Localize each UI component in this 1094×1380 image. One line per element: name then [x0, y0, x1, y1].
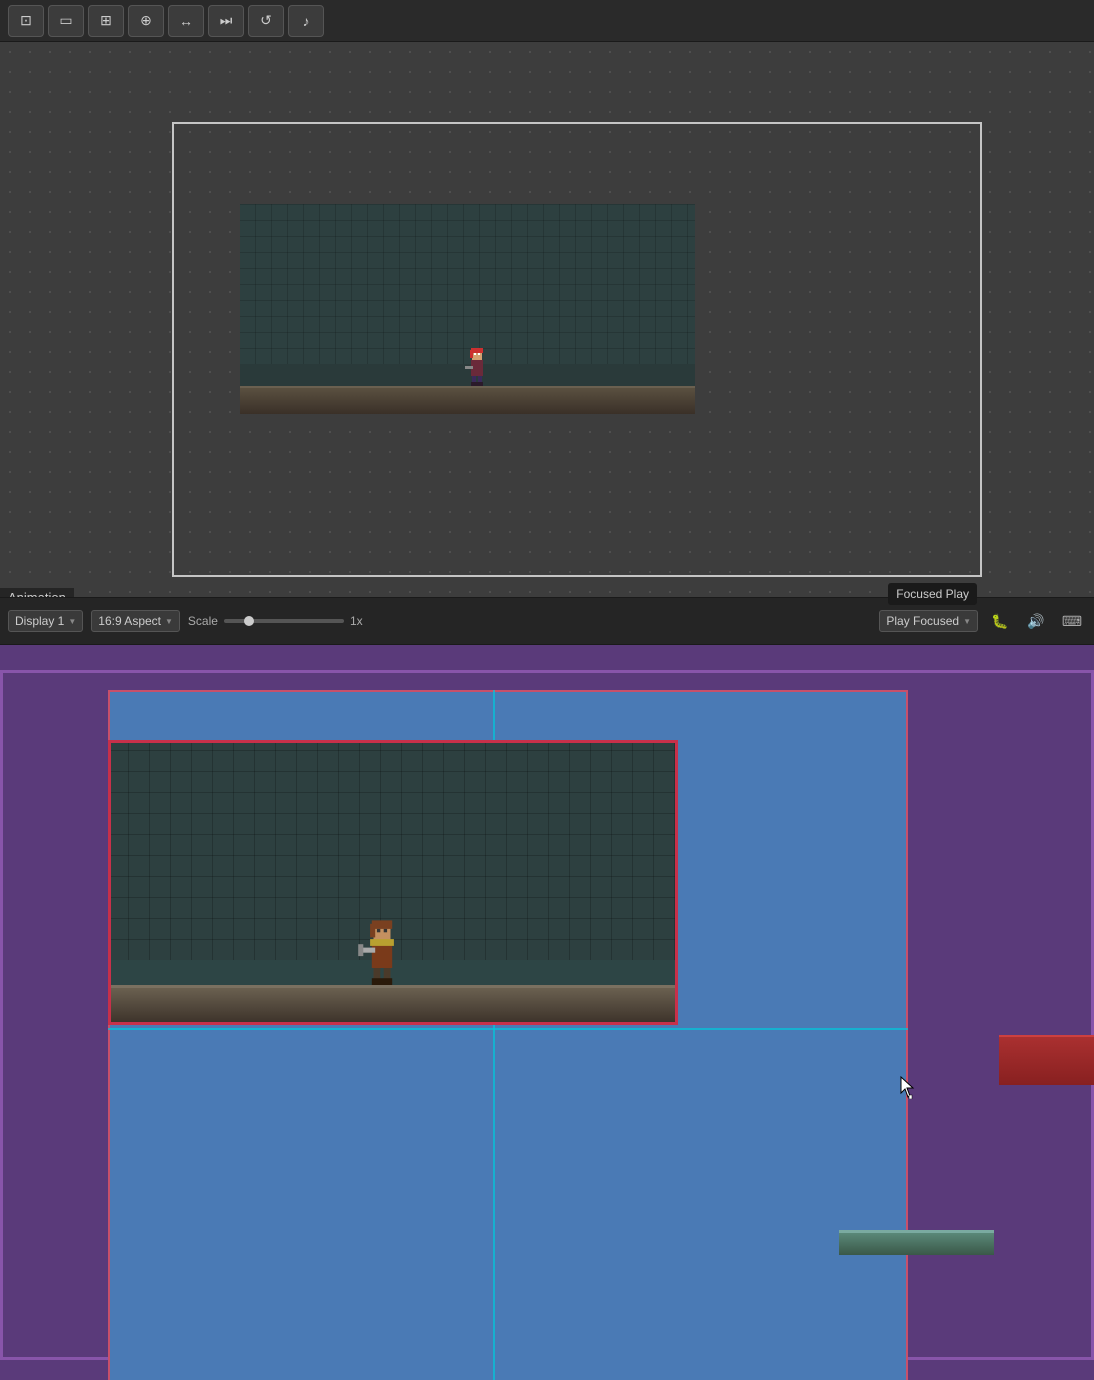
- audio-btn[interactable]: ♪: [288, 5, 324, 37]
- scale-container: Scale 1x: [188, 614, 363, 628]
- play-mode-dropdown[interactable]: Play Focused ▼ Focused Play: [879, 610, 978, 632]
- game-toolbar: Display 1 ▼ 16:9 Aspect ▼ Scale 1x Play …: [0, 597, 1094, 645]
- aspect-arrow: ▼: [165, 617, 173, 626]
- game-view: [0, 645, 1094, 1380]
- scale-slider[interactable]: [224, 619, 344, 623]
- move-btn[interactable]: ↔: [168, 5, 204, 37]
- display-dropdown[interactable]: Display 1 ▼: [8, 610, 83, 632]
- scale-handle[interactable]: [244, 616, 254, 626]
- scene-view: [0, 42, 1094, 597]
- character-scene: [463, 346, 491, 386]
- display-arrow: ▼: [68, 617, 76, 626]
- step-btn[interactable]: ⏭: [208, 5, 244, 37]
- keyboard-icon-btn[interactable]: ⌨: [1058, 607, 1086, 635]
- aspect-dropdown[interactable]: 16:9 Aspect ▼: [91, 610, 180, 632]
- scene-game-area: [240, 204, 695, 414]
- platform-game: [839, 1230, 994, 1255]
- game-content-border: [108, 740, 678, 1025]
- platform-game-red: [999, 1035, 1094, 1085]
- rect-btn[interactable]: ▭: [48, 5, 84, 37]
- scene-toolbar: ⊡ ▭ ⊞ ⊕ ↔ ⏭ ↺ ♪: [0, 0, 1094, 42]
- floor-scene: [240, 386, 695, 414]
- crosshair-btn[interactable]: ⊕: [128, 5, 164, 37]
- focused-play-tooltip: Focused Play: [888, 583, 977, 605]
- bug-icon-btn[interactable]: 🐛: [986, 607, 1014, 635]
- crosshair-horizontal: [108, 1028, 908, 1030]
- grid-btn[interactable]: ⊞: [88, 5, 124, 37]
- refresh-btn[interactable]: ↺: [248, 5, 284, 37]
- play-mode-arrow: ▼: [963, 617, 971, 626]
- audio-icon-btn[interactable]: 🔊: [1022, 607, 1050, 635]
- transform-btn[interactable]: ⊡: [8, 5, 44, 37]
- game-bg-scene: [240, 204, 695, 414]
- wall-top-scene: [240, 204, 695, 364]
